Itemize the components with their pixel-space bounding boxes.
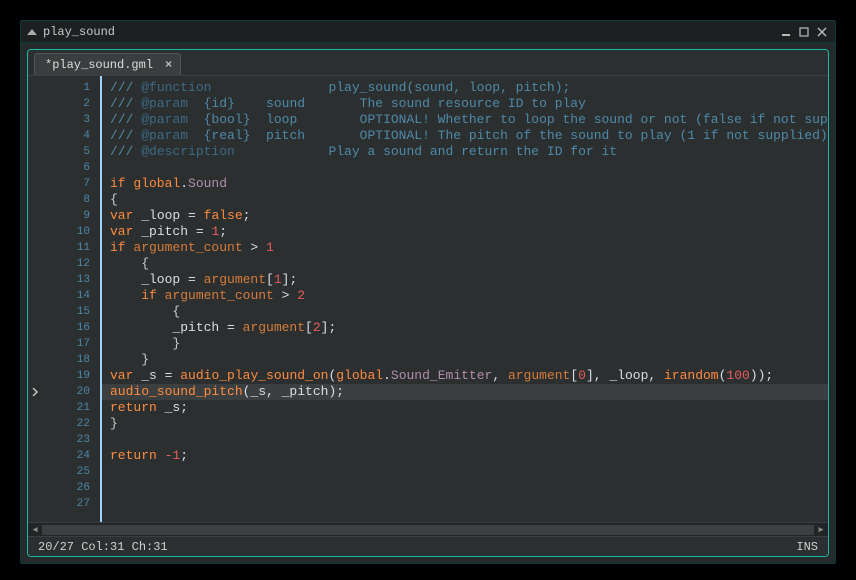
code-line[interactable]: _loop = argument[1]; bbox=[110, 272, 828, 288]
line-number: 9 bbox=[28, 208, 100, 224]
line-number: 4 bbox=[28, 128, 100, 144]
code-line[interactable]: /// @param {bool} loop OPTIONAL! Whether… bbox=[110, 112, 828, 128]
line-number: 14 bbox=[28, 288, 100, 304]
line-number: 19 bbox=[28, 368, 100, 384]
code-line[interactable]: { bbox=[110, 304, 828, 320]
code-line[interactable]: var _pitch = 1; bbox=[110, 224, 828, 240]
line-number: 13 bbox=[28, 272, 100, 288]
code-line[interactable]: return _s; bbox=[110, 400, 828, 416]
code-editor[interactable]: 1234567891011121314151617181920212223242… bbox=[28, 76, 828, 522]
code-line[interactable]: var _loop = false; bbox=[110, 208, 828, 224]
gutter: 1234567891011121314151617181920212223242… bbox=[28, 76, 102, 522]
file-tab[interactable]: *play_sound.gml × bbox=[34, 53, 181, 75]
code-line[interactable]: _pitch = argument[2]; bbox=[110, 320, 828, 336]
window-title: play_sound bbox=[43, 25, 115, 39]
close-button[interactable] bbox=[815, 25, 829, 39]
line-number: 26 bbox=[28, 480, 100, 496]
code-line[interactable]: if argument_count > 1 bbox=[110, 240, 828, 256]
horizontal-scrollbar[interactable]: ◂ ▸ bbox=[28, 522, 828, 536]
line-number: 17 bbox=[28, 336, 100, 352]
line-number: 16 bbox=[28, 320, 100, 336]
code-line[interactable]: return -1; bbox=[110, 448, 828, 464]
line-number: 1 bbox=[28, 80, 100, 96]
line-number: 24 bbox=[28, 448, 100, 464]
maximize-button[interactable] bbox=[797, 25, 811, 39]
line-number: 18 bbox=[28, 352, 100, 368]
tabbar: *play_sound.gml × bbox=[28, 50, 828, 76]
statusbar: 20/27 Col:31 Ch:31 INS bbox=[28, 536, 828, 556]
tab-close-icon[interactable]: × bbox=[163, 58, 174, 72]
line-number: 2 bbox=[28, 96, 100, 112]
code-line[interactable] bbox=[110, 496, 828, 512]
line-number: 11 bbox=[28, 240, 100, 256]
editor-window: play_sound *play_sound.gml × 12345678910… bbox=[20, 20, 836, 564]
code-line[interactable]: if argument_count > 2 bbox=[110, 288, 828, 304]
scrollbar-thumb[interactable] bbox=[42, 525, 814, 535]
line-number: 12 bbox=[28, 256, 100, 272]
current-line-marker-icon bbox=[30, 387, 40, 397]
line-number: 15 bbox=[28, 304, 100, 320]
titlebar[interactable]: play_sound bbox=[21, 21, 835, 43]
code-line[interactable] bbox=[110, 432, 828, 448]
line-number: 27 bbox=[28, 496, 100, 512]
line-number: 21 bbox=[28, 400, 100, 416]
code-line[interactable]: } bbox=[110, 352, 828, 368]
code-line[interactable] bbox=[110, 160, 828, 176]
code-line[interactable]: /// @function play_sound(sound, loop, pi… bbox=[110, 80, 828, 96]
tab-label: *play_sound.gml bbox=[45, 58, 153, 72]
line-number: 10 bbox=[28, 224, 100, 240]
editor-panel: *play_sound.gml × 1234567891011121314151… bbox=[27, 49, 829, 557]
app-icon bbox=[27, 29, 37, 35]
scrollbar-track[interactable] bbox=[42, 525, 814, 535]
insert-mode: INS bbox=[796, 540, 818, 554]
line-number: 8 bbox=[28, 192, 100, 208]
line-number: 3 bbox=[28, 112, 100, 128]
code-area[interactable]: /// @function play_sound(sound, loop, pi… bbox=[102, 76, 828, 522]
code-line[interactable] bbox=[110, 480, 828, 496]
code-line[interactable]: if global.Sound bbox=[110, 176, 828, 192]
line-number: 6 bbox=[28, 160, 100, 176]
code-line[interactable]: /// @param {id} sound The sound resource… bbox=[110, 96, 828, 112]
code-line[interactable] bbox=[110, 464, 828, 480]
line-number: 22 bbox=[28, 416, 100, 432]
cursor-position: 20/27 Col:31 Ch:31 bbox=[38, 540, 168, 554]
scroll-right-icon[interactable]: ▸ bbox=[814, 523, 828, 537]
scroll-left-icon[interactable]: ◂ bbox=[28, 523, 42, 537]
code-line[interactable]: } bbox=[110, 336, 828, 352]
code-line[interactable]: /// @param {real} pitch OPTIONAL! The pi… bbox=[110, 128, 828, 144]
code-line[interactable]: audio_sound_pitch(_s, _pitch); bbox=[102, 384, 828, 400]
minimize-button[interactable] bbox=[779, 25, 793, 39]
line-number: 23 bbox=[28, 432, 100, 448]
line-number: 25 bbox=[28, 464, 100, 480]
code-line[interactable]: } bbox=[110, 416, 828, 432]
line-number: 5 bbox=[28, 144, 100, 160]
line-number: 7 bbox=[28, 176, 100, 192]
code-line[interactable]: var _s = audio_play_sound_on(global.Soun… bbox=[110, 368, 828, 384]
code-line[interactable]: { bbox=[110, 192, 828, 208]
code-line[interactable]: /// @description Play a sound and return… bbox=[110, 144, 828, 160]
code-line[interactable]: { bbox=[110, 256, 828, 272]
